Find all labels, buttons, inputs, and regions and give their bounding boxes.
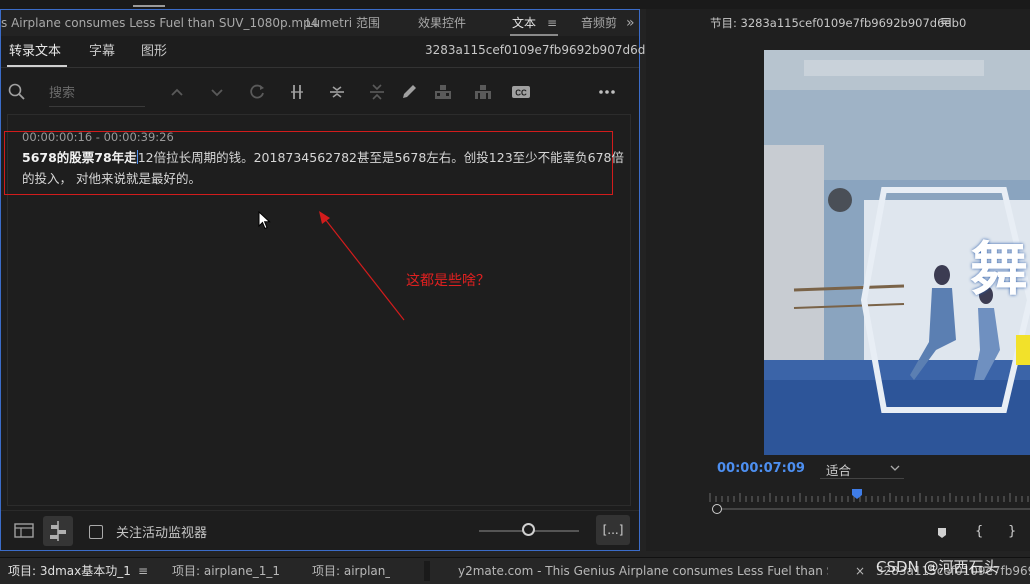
timeline-view-button[interactable]	[43, 516, 73, 546]
zoom-scrollbar[interactable]	[712, 504, 1030, 514]
mark-in-icon[interactable]: {	[975, 524, 983, 539]
refresh-icon[interactable]	[247, 82, 267, 102]
search-input[interactable]: 搜索	[49, 82, 145, 107]
subtab-divider	[1, 67, 639, 68]
zoom-scrollbar-handle[interactable]	[712, 504, 722, 514]
follow-monitor-checkbox[interactable]	[89, 525, 103, 539]
zoom-slider-thumb[interactable]	[522, 523, 535, 536]
chevron-down-icon[interactable]	[207, 82, 227, 102]
tab-divider	[424, 561, 430, 581]
chevron-down-icon	[890, 463, 900, 473]
subtab-captions[interactable]: 字幕	[89, 40, 115, 59]
split-caption-icon[interactable]	[367, 82, 387, 102]
annotation-text: 这都是些啥？	[406, 273, 490, 289]
zoom-scrollbar-track	[722, 508, 1030, 510]
segment-text-line1: 12倍拉长周期的钱。2018734562782甚至是5678左右。创投123至少…	[137, 150, 625, 165]
speaker-group-icon[interactable]	[473, 82, 493, 102]
transcript-segment[interactable]: 00:00:00:16 - 00:00:39:26 5678的股票78年走12倍…	[4, 130, 624, 195]
fit-dropdown[interactable]: 适合	[820, 460, 904, 479]
watermark: CSDN @河西石头	[876, 558, 999, 576]
tab-project-3dmax[interactable]: 项目: 3dmax基本功_1	[8, 558, 130, 584]
tab-close-icon[interactable]: ×	[855, 558, 865, 584]
zoom-slider[interactable]	[479, 523, 579, 536]
chevron-up-icon[interactable]	[167, 82, 187, 102]
svg-text:CC: CC	[515, 89, 527, 98]
tab-lumetri-scopes[interactable]: Lumetri 范围	[306, 10, 380, 36]
fit-dropdown-value: 适合	[826, 463, 852, 478]
export-list-icon[interactable]	[13, 520, 35, 540]
add-marker-icon[interactable]	[935, 526, 949, 540]
segment-timecode: 00:00:00:16 - 00:00:39:26	[22, 130, 174, 144]
segment-text-line2: 的投入， 对他来说就是最好的。	[22, 171, 201, 186]
top-strip	[0, 0, 1030, 9]
tab-source-clip[interactable]: s Airplane consumes Less Fuel than SUV_1…	[1, 10, 318, 36]
tab-project-3dmax-menu-icon[interactable]: ≡	[138, 558, 152, 584]
subtab-graphics[interactable]: 图形	[141, 40, 167, 59]
tab-text[interactable]: 文本	[512, 10, 536, 36]
speaker-icon[interactable]	[433, 82, 453, 102]
segment-text-bold: 5678的股票78年走	[22, 150, 137, 165]
panel-menu-icon[interactable]: ≡	[547, 10, 557, 36]
overlay-title-char: 舞	[970, 235, 1029, 303]
sequence-name: 3283a115cef0109e7fb9692b907d6db0	[425, 43, 661, 57]
tab-overflow-icon[interactable]: »	[626, 10, 635, 36]
mark-out-icon[interactable]: }	[1008, 524, 1016, 539]
subtab-transcript[interactable]: 转录文本	[9, 40, 61, 59]
program-time-ruler[interactable]	[708, 490, 1030, 504]
playhead-marker[interactable]	[852, 489, 862, 499]
follow-monitor-label: 关注活动监视器	[116, 526, 208, 541]
bracket-button[interactable]: [...]	[596, 515, 630, 545]
pencil-icon[interactable]	[399, 82, 419, 102]
segment-text[interactable]: 5678的股票78年走12倍拉长周期的钱。2018734562782甚至是567…	[22, 147, 624, 189]
closed-caption-icon[interactable]: CC	[511, 82, 531, 102]
active-tab-underline	[510, 34, 558, 36]
text-panel: s Airplane consumes Less Fuel than SUV_1…	[0, 9, 661, 551]
more-options-icon[interactable]	[597, 82, 617, 102]
tab-project-airplan[interactable]: 项目: airplan_1	[312, 558, 390, 584]
tab-source-clip-full[interactable]: y2mate.com - This Genius Airplane consum…	[458, 558, 828, 584]
search-icon[interactable]	[7, 82, 27, 102]
annotation-arrow	[319, 211, 405, 321]
tab-project-airplane-1-1[interactable]: 项目: airplane_1_1	[172, 558, 282, 584]
split-segment-icon[interactable]	[287, 82, 307, 102]
program-timecode[interactable]: 00:00:07:09	[717, 461, 805, 476]
panel-tab-bar: s Airplane consumes Less Fuel than SUV_1…	[1, 10, 639, 36]
tab-audio[interactable]: 音频剪	[581, 10, 617, 36]
merge-segments-icon[interactable]	[327, 82, 347, 102]
program-monitor-menu-icon[interactable]: ≡	[940, 14, 951, 29]
program-monitor-title: 节目: 3283a115cef0109e7fb9692b907d6db0	[710, 16, 967, 30]
program-video-frame[interactable]: 舞	[764, 50, 1030, 455]
tab-effect-controls[interactable]: 效果控件	[418, 10, 466, 36]
mouse-pointer-icon	[258, 211, 272, 231]
active-tab-indicator	[133, 5, 165, 7]
